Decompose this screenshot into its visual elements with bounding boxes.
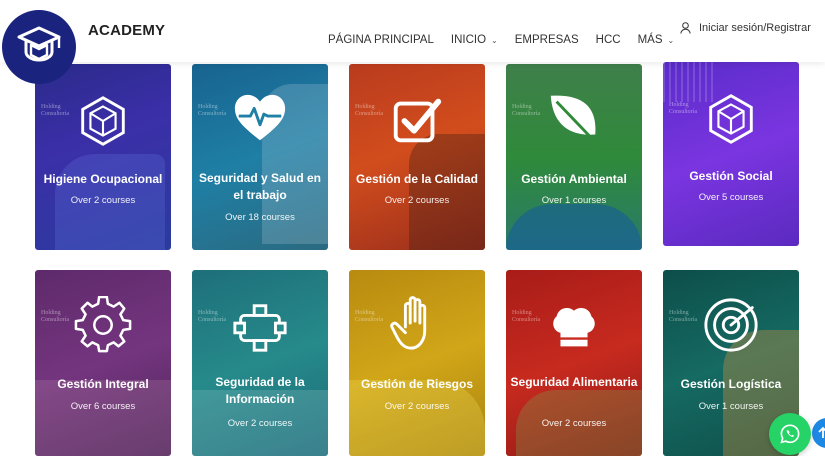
checkbox-icon <box>393 98 442 143</box>
category-card-seguridad-alimentaria[interactable]: Holding Consultoría Seguridad Alimentaria… <box>506 270 642 456</box>
category-card-seguridad-informacion[interactable]: Holding Consultoría Seguridad de la Infor… <box>192 270 328 456</box>
category-count: Over 1 courses <box>541 195 607 206</box>
chevron-down-icon: ⌄ <box>491 35 498 45</box>
nav-label: INICIO <box>450 34 487 46</box>
main-nav: PÁGINA PRINCIPAL INICIO ⌄ EMPRESAS HCC MÁ… <box>328 34 691 46</box>
category-card-gestion-riesgos[interactable]: Holding Consultoría Gestión de Riesgos Ov… <box>349 270 485 456</box>
category-card-gestion-ambiental[interactable]: Holding Consultoría Gestión Ambiental Ove… <box>506 64 642 250</box>
watermark-logo: Holding Consultoría <box>512 104 540 117</box>
heart-pulse-icon <box>234 94 286 141</box>
logo[interactable] <box>2 10 76 84</box>
category-title: Gestión Logística <box>680 377 782 391</box>
category-card-gestion-calidad[interactable]: Holding Consultoría Gestión de la Calidad… <box>349 64 485 250</box>
watermark-logo: Holding Consultoría <box>41 310 69 323</box>
chef-hat-icon <box>553 307 595 347</box>
login-label: Iniciar sesión/Registrar <box>699 22 811 34</box>
category-card-gestion-social[interactable]: Holding Consultoría Gestión Social Over 5… <box>663 62 799 246</box>
category-count: Over 2 courses <box>227 418 293 429</box>
nav-inicio[interactable]: INICIO ⌄ <box>451 34 498 46</box>
login-link[interactable]: Iniciar sesión/Registrar <box>680 22 811 34</box>
nav-label: HCC <box>595 34 621 46</box>
category-title: Seguridad y Salud en el trabajo <box>198 171 322 202</box>
watermark-logo: Holding Consultoría <box>355 104 383 117</box>
category-count: Over 6 courses <box>70 401 136 412</box>
scroll-top-button[interactable] <box>812 418 825 448</box>
category-title: Gestión Integral <box>57 377 149 391</box>
category-count: Over 18 courses <box>225 212 295 223</box>
watermark-logo: Holding Consultoría <box>512 310 540 323</box>
user-icon <box>680 22 691 34</box>
arrow-up-icon <box>818 427 825 438</box>
category-card-higiene-ocupacional[interactable]: Holding Consultoría Higiene Ocupacional O… <box>35 64 171 250</box>
category-title: Seguridad de la Información <box>215 375 305 406</box>
network-icon <box>233 304 287 352</box>
category-title: Higiene Ocupacional <box>43 172 163 186</box>
category-count: Over 5 courses <box>698 192 764 203</box>
category-title: Gestión Ambiental <box>521 172 627 186</box>
whatsapp-button[interactable] <box>769 413 811 455</box>
watermark-logo: Holding Consultoría <box>355 310 383 323</box>
gear-icon <box>74 296 132 353</box>
nav-label: MÁS <box>637 34 663 46</box>
category-title: Gestión de la Calidad <box>355 172 479 186</box>
category-card-gestion-integral[interactable]: Holding Consultoría Gestión Integral Over… <box>35 270 171 456</box>
category-count: Over 2 courses <box>384 401 450 412</box>
category-count: Over 2 courses <box>70 195 136 206</box>
nav-mas[interactable]: MÁS ⌄ <box>638 34 675 46</box>
leaf-icon <box>550 95 601 148</box>
watermark-logo: Holding Consultoría <box>198 310 226 323</box>
graduation-cap-icon <box>17 26 61 62</box>
hand-icon <box>390 296 427 350</box>
brand-name[interactable]: ACADEMY <box>88 22 165 39</box>
category-count: Over 2 courses <box>541 418 607 429</box>
nav-empresas[interactable]: EMPRESAS <box>515 34 579 46</box>
watermark-logo: Holding Consultoría <box>41 104 69 117</box>
watermark-logo: Holding Consultoría <box>198 104 226 117</box>
category-count: Over 1 courses <box>698 401 764 412</box>
radar-icon <box>704 298 758 352</box>
cube-icon <box>81 96 125 146</box>
nav-label: PÁGINA PRINCIPAL <box>328 34 434 46</box>
site-header: ACADEMY PÁGINA PRINCIPAL INICIO ⌄ EMPRESA… <box>0 0 825 62</box>
cube-icon <box>709 94 753 144</box>
category-card-seguridad-salud[interactable]: Holding Consultoría Seguridad y Salud en … <box>192 64 328 250</box>
watermark-logo: Holding Consultoría <box>669 310 697 323</box>
nav-hcc[interactable]: HCC <box>596 34 621 46</box>
category-title: Gestión de Riesgos <box>360 377 474 391</box>
whatsapp-icon <box>780 424 800 444</box>
category-title: Seguridad Alimentaria <box>510 375 638 389</box>
category-title: Gestión Social <box>689 169 773 183</box>
nav-label: EMPRESAS <box>514 34 579 46</box>
chevron-down-icon: ⌄ <box>667 35 675 45</box>
category-count: Over 2 courses <box>384 195 450 206</box>
watermark-logo: Holding Consultoría <box>669 102 697 115</box>
nav-pagina-principal[interactable]: PÁGINA PRINCIPAL <box>328 34 434 46</box>
